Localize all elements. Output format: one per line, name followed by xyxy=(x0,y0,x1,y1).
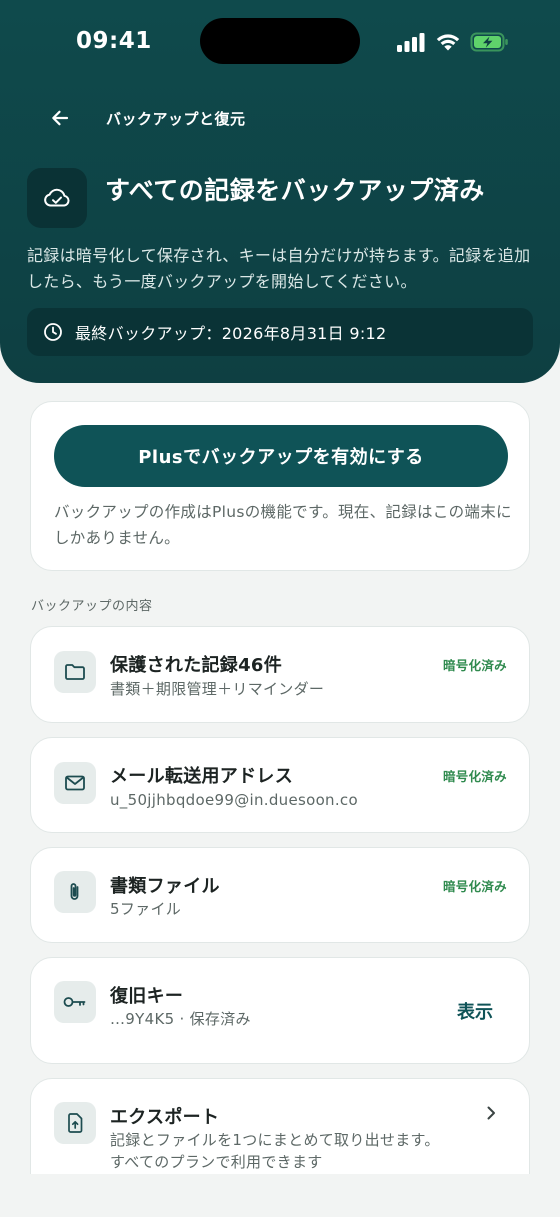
item-subtitle: …9Y4K5 · 保存済み xyxy=(110,1010,251,1028)
item-title: 保護された記録46件 xyxy=(110,655,283,676)
item-subtitle: 書類＋期限管理＋リマインダー xyxy=(110,680,325,698)
last-backup-banner: 最終バックアップ：2026年8月31日 9:12 xyxy=(27,308,533,356)
cloud-check-icon xyxy=(44,188,70,207)
folder-icon-box xyxy=(54,651,96,693)
item-subtitle-line1: 記録とファイルを1つにまとめて取り出せます。 xyxy=(110,1131,440,1149)
encrypted-badge: 暗号化済み xyxy=(442,769,507,784)
plus-description: バックアップの作成はPlusの機能です。現在、記録はこの端末にしかありません。 xyxy=(54,503,512,547)
paperclip-icon xyxy=(70,883,79,900)
clock-icon xyxy=(44,323,62,341)
chevron-right-icon xyxy=(481,1103,501,1123)
encrypted-badge: 暗号化済み xyxy=(442,658,507,673)
item-title: 書類ファイル xyxy=(110,876,220,897)
key-icon-box xyxy=(54,981,96,1023)
list-item-recovery-key: 復旧キー …9Y4K5 · 保存済み 表示 xyxy=(30,957,530,1064)
mail-icon xyxy=(65,775,85,791)
hero-description: 記録は暗号化して保存され、キーは自分だけが持ちます。記録を追加したら、もう一度バ… xyxy=(27,246,531,291)
item-subtitle-line2: すべてのプランで利用できます xyxy=(110,1153,323,1171)
hero-title: すべての記録をバックアップ済み xyxy=(105,176,485,205)
folder-icon xyxy=(65,664,85,680)
mail-icon-box xyxy=(54,762,96,804)
item-title: 復旧キー xyxy=(110,986,184,1007)
item-subtitle: 5ファイル xyxy=(110,900,182,918)
nav-title: バックアップと復元 xyxy=(106,110,246,128)
item-title: エクスポート xyxy=(110,1107,220,1128)
battery-icon xyxy=(470,32,508,52)
list-item-document-files[interactable]: 書類ファイル 5ファイル 暗号化済み xyxy=(30,847,530,943)
export-icon xyxy=(68,1113,83,1133)
list-item-records[interactable]: 保護された記録46件 書類＋期限管理＋リマインダー 暗号化済み xyxy=(30,626,530,723)
paperclip-icon-box xyxy=(54,871,96,913)
status-icons xyxy=(396,30,510,54)
last-backup-text: 最終バックアップ：2026年8月31日 9:12 xyxy=(75,324,387,343)
item-title: メール転送用アドレス xyxy=(110,766,293,787)
cloud-check-icon-box xyxy=(27,168,87,228)
arrow-left-icon xyxy=(52,110,69,126)
bottom-safe-area xyxy=(0,1174,560,1217)
list-item-forwarding-address[interactable]: メール転送用アドレス u_50jjhbqdoe99@in.duesoon.co … xyxy=(30,737,530,833)
wifi-icon xyxy=(436,34,460,51)
section-label: バックアップの内容 xyxy=(31,599,153,614)
header-panel: 09:41 バックアップと復元 すべての記録をバックアップ済み 記録は暗号化して… xyxy=(0,0,560,383)
dynamic-island xyxy=(200,18,360,64)
key-icon xyxy=(63,997,86,1007)
enable-backup-plus-button[interactable]: Plusでバックアップを有効にする xyxy=(54,425,508,487)
item-subtitle: u_50jjhbqdoe99@in.duesoon.co xyxy=(110,791,358,809)
signal-icon xyxy=(397,33,425,52)
back-button[interactable] xyxy=(42,100,78,136)
encrypted-badge: 暗号化済み xyxy=(442,879,507,894)
status-bar: 09:41 xyxy=(0,0,560,84)
top-nav: バックアップと復元 xyxy=(0,96,560,140)
export-icon-box xyxy=(54,1102,96,1144)
plus-card: Plusでバックアップを有効にする バックアップの作成はPlusの機能です。現在… xyxy=(30,401,530,571)
show-key-button[interactable]: 表示 xyxy=(457,998,493,1024)
status-time: 09:41 xyxy=(76,28,152,54)
